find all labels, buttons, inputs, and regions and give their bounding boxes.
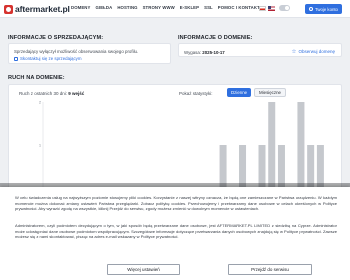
nav-item-pomoc[interactable]: POMOC I KONTAKT [218, 5, 260, 10]
consent-paragraph-1: W celu świadczenia usług na najwyższym p… [15, 195, 337, 211]
nav-item-ssl[interactable]: SSL [204, 5, 213, 10]
chart-bar [297, 102, 305, 188]
expiry-value: 2025-10-17 [202, 50, 225, 55]
chart-bar [219, 145, 227, 188]
flag-pl-icon[interactable] [259, 6, 266, 11]
expiry-text: Wygasa: 2025-10-17 [184, 50, 225, 55]
user-icon [309, 7, 313, 11]
domain-card: Wygasa: 2025-10-17 ☆ Obserwuj domenę [178, 43, 342, 57]
chart-bar [307, 145, 315, 188]
y-tick-label: 2 [39, 101, 41, 105]
stats-label: Pokaż statystyki: [179, 91, 213, 96]
chart-bar [277, 145, 285, 188]
domain-section-title: INFORMACJE O DOMENIE: [178, 35, 253, 41]
chart-bar [316, 145, 324, 188]
logo[interactable]: aftermarket.pl [4, 3, 70, 15]
seller-info-text: Sprzedający wyłączył możliwość obserwowa… [14, 49, 139, 54]
daily-stats-button[interactable]: Dzienne [227, 88, 252, 97]
nav-item-e-sklep[interactable]: E-SKLEP [180, 5, 199, 10]
chart-bar [268, 102, 276, 188]
nav-item-strony-www[interactable]: STRONY WWW [143, 5, 175, 10]
nav-item-domeny[interactable]: DOMENY [71, 5, 90, 10]
contact-seller-label: Skontaktuj się ze sprzedającym [20, 56, 82, 61]
y-tick-label: 1 [39, 144, 41, 148]
expiry-label: Wygasa: [184, 50, 202, 55]
top-navigation-bar: aftermarket.pl DOMENY GIEŁDA HOSTING STR… [0, 0, 350, 18]
traffic-chart-svg: 21 [39, 101, 324, 188]
traffic-chart: 21 [37, 100, 339, 190]
traffic-caption-value: 9 wejść [68, 91, 85, 96]
seller-section-title: INFORMACJE O SPRZEDAJĄCYM: [8, 35, 104, 41]
nav-item-gielda[interactable]: GIEŁDA [95, 5, 112, 10]
watch-domain-label: Obserwuj domenę [298, 49, 335, 54]
traffic-section-title: RUCH NA DOMENIE: [8, 75, 65, 81]
traffic-caption-prefix: Ruch z ostatnich 30 dni: [19, 91, 68, 96]
logo-icon [4, 4, 13, 14]
message-icon [14, 56, 18, 61]
nav-item-hosting[interactable]: HOSTING [117, 5, 137, 10]
account-button-label: Twoje konto [315, 6, 338, 12]
seller-card: Sprzedający wyłączył możliwość obserwowa… [8, 43, 171, 64]
main-nav: DOMENY GIEŁDA HOSTING STRONY WWW E-SKLEP… [71, 5, 260, 10]
watch-domain-link[interactable]: ☆ Obserwuj domenę [291, 48, 335, 55]
traffic-card: Ruch z ostatnich 30 dni: 9 wejść Pokaż s… [8, 84, 342, 199]
consent-paragraph-2: Administratorem, czyli podmiotem decyduj… [15, 223, 337, 239]
logo-text: aftermarket.pl [15, 4, 70, 14]
star-icon: ☆ [291, 48, 297, 55]
chart-bar [258, 145, 266, 188]
account-button[interactable]: Twoje konto [305, 4, 342, 14]
contact-seller-link[interactable]: Skontaktuj się ze sprzedającym [14, 56, 82, 61]
flag-en-icon[interactable] [268, 6, 275, 11]
theme-toggle[interactable] [279, 5, 290, 11]
traffic-caption: Ruch z ostatnich 30 dni: 9 wejść [19, 91, 84, 96]
more-settings-button[interactable]: Więcej ustawień [107, 264, 180, 275]
monthly-stats-button[interactable]: Miesięczne [254, 88, 286, 97]
go-to-site-button[interactable]: Przejdź do serwisu [228, 264, 312, 275]
chart-bar [239, 145, 247, 188]
